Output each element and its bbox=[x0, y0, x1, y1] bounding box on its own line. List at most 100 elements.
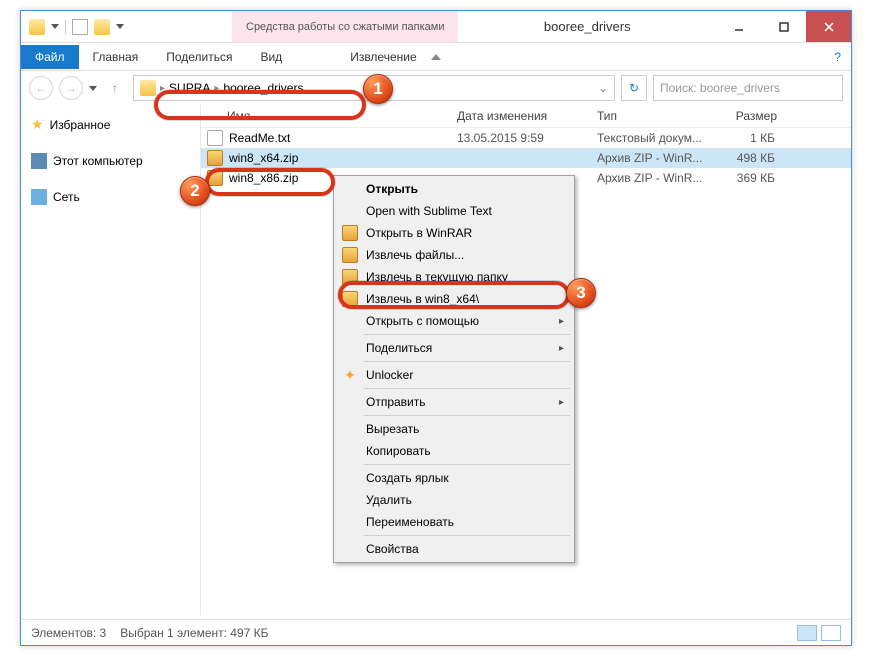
ctx-label: Извлечь в текущую папку bbox=[366, 270, 508, 284]
winrar-icon bbox=[342, 269, 358, 285]
ctx-copy[interactable]: Копировать bbox=[336, 440, 572, 462]
tab-view[interactable]: Вид bbox=[246, 45, 296, 69]
zip-file-icon bbox=[207, 170, 223, 186]
qat-dropdown-icon[interactable] bbox=[51, 24, 59, 29]
address-bar: ← → ↑ ▸ SUPRA ▸ booree_drivers ⌄ ↻ Поиск… bbox=[21, 71, 851, 105]
status-selection: Выбран 1 элемент: 497 КБ bbox=[120, 626, 268, 640]
chevron-right-icon[interactable]: ▸ bbox=[160, 83, 165, 94]
breadcrumb-seg[interactable]: SUPRA bbox=[169, 81, 210, 95]
wand-icon: ✦ bbox=[342, 367, 358, 383]
chevron-right-icon[interactable]: ▸ bbox=[214, 83, 219, 94]
ctx-extract-to[interactable]: Извлечь в win8_x64\ bbox=[336, 288, 572, 310]
ctx-share[interactable]: Поделиться bbox=[336, 337, 572, 359]
ctx-sublime[interactable]: Open with Sublime Text bbox=[336, 200, 572, 222]
navigation-pane: ★ Избранное Этот компьютер Сеть bbox=[21, 105, 201, 615]
ctx-label: Извлечь в win8_x64\ bbox=[366, 292, 479, 306]
file-type: Архив ZIP - WinR... bbox=[597, 151, 715, 165]
context-menu: Открыть Open with Sublime Text Открыть в… bbox=[333, 175, 575, 563]
ctx-label: Извлечь файлы... bbox=[366, 248, 464, 262]
ctx-extract-files[interactable]: Извлечь файлы... bbox=[336, 244, 572, 266]
addr-dropdown-icon[interactable]: ⌄ bbox=[598, 81, 608, 95]
qat-dropdown2-icon[interactable] bbox=[116, 24, 124, 29]
window-controls bbox=[716, 11, 851, 42]
col-date[interactable]: Дата изменения bbox=[457, 109, 597, 123]
properties-icon[interactable] bbox=[72, 19, 88, 35]
winrar-icon bbox=[342, 247, 358, 263]
folder-icon bbox=[29, 19, 45, 35]
breadcrumb-seg[interactable]: booree_drivers bbox=[223, 81, 303, 95]
file-name: ReadMe.txt bbox=[229, 131, 457, 145]
sidebar-network[interactable]: Сеть bbox=[21, 186, 200, 208]
column-headers: Имя Дата изменения Тип Размер bbox=[201, 105, 851, 128]
badge-3: 3 bbox=[566, 278, 596, 308]
new-folder-icon[interactable] bbox=[94, 19, 110, 35]
minimize-button[interactable] bbox=[716, 11, 761, 42]
separator bbox=[364, 535, 570, 536]
ctx-open[interactable]: Открыть bbox=[336, 178, 572, 200]
ctx-send[interactable]: Отправить bbox=[336, 391, 572, 413]
status-count: Элементов: 3 bbox=[31, 626, 106, 640]
zip-file-icon bbox=[207, 150, 223, 166]
sidebar-this-pc[interactable]: Этот компьютер bbox=[21, 150, 200, 172]
forward-button[interactable]: → bbox=[59, 76, 83, 100]
close-button[interactable] bbox=[806, 11, 851, 42]
separator bbox=[364, 361, 570, 362]
ctx-open-with[interactable]: Открыть с помощью bbox=[336, 310, 572, 332]
contextual-tab-label: Средства работы со сжатыми папками bbox=[232, 11, 458, 42]
file-size: 498 КБ bbox=[715, 151, 783, 165]
ctx-unlocker[interactable]: ✦Unlocker bbox=[336, 364, 572, 386]
up-button[interactable]: ↑ bbox=[103, 76, 127, 100]
back-button[interactable]: ← bbox=[29, 76, 53, 100]
refresh-button[interactable]: ↻ bbox=[621, 75, 647, 101]
folder-icon bbox=[140, 80, 156, 96]
ribbon: Файл Главная Поделиться Вид Извлечение ? bbox=[21, 43, 851, 71]
ribbon-expand-icon[interactable] bbox=[431, 54, 441, 60]
ctx-extract-here[interactable]: Извлечь в текущую папку bbox=[336, 266, 572, 288]
ctx-winrar[interactable]: Открыть в WinRAR bbox=[336, 222, 572, 244]
winrar-icon bbox=[342, 225, 358, 241]
separator bbox=[364, 334, 570, 335]
tab-share[interactable]: Поделиться bbox=[152, 45, 246, 69]
col-type[interactable]: Тип bbox=[597, 109, 715, 123]
network-icon bbox=[31, 189, 47, 205]
col-name[interactable]: Имя bbox=[201, 109, 457, 123]
table-row[interactable]: win8_x64.zip Архив ZIP - WinR...498 КБ bbox=[201, 148, 851, 168]
pc-icon bbox=[31, 153, 47, 169]
search-input[interactable]: Поиск: booree_drivers bbox=[653, 75, 843, 101]
qat bbox=[21, 19, 132, 35]
ctx-label: Открыть в WinRAR bbox=[366, 226, 472, 240]
sidebar-favorites[interactable]: ★ Избранное bbox=[21, 113, 200, 136]
col-size[interactable]: Размер bbox=[715, 109, 789, 123]
file-type: Архив ZIP - WinR... bbox=[597, 171, 715, 185]
file-menu[interactable]: Файл bbox=[21, 45, 79, 69]
ctx-cut[interactable]: Вырезать bbox=[336, 418, 572, 440]
window-title: booree_drivers bbox=[458, 19, 716, 34]
file-type: Текстовый докум... bbox=[597, 131, 715, 145]
history-dropdown-icon[interactable] bbox=[89, 86, 97, 91]
tab-home[interactable]: Главная bbox=[79, 45, 153, 69]
tab-extract[interactable]: Извлечение bbox=[336, 45, 430, 69]
thumbs-view-button[interactable] bbox=[821, 625, 841, 641]
badge-1: 1 bbox=[363, 74, 393, 104]
file-name: win8_x64.zip bbox=[229, 151, 457, 165]
file-size: 1 КБ bbox=[715, 131, 783, 145]
separator bbox=[364, 415, 570, 416]
sidebar-item-label: Избранное bbox=[50, 118, 111, 132]
winrar-icon bbox=[342, 291, 358, 307]
ctx-shortcut[interactable]: Создать ярлык bbox=[336, 467, 572, 489]
sidebar-item-label: Сеть bbox=[53, 190, 80, 204]
status-bar: Элементов: 3 Выбран 1 элемент: 497 КБ bbox=[21, 619, 851, 645]
separator bbox=[65, 20, 66, 34]
details-view-button[interactable] bbox=[797, 625, 817, 641]
star-icon: ★ bbox=[31, 116, 44, 133]
file-date: 13.05.2015 9:59 bbox=[457, 131, 597, 145]
maximize-button[interactable] bbox=[761, 11, 806, 42]
badge-2: 2 bbox=[180, 176, 210, 206]
sidebar-item-label: Этот компьютер bbox=[53, 154, 143, 168]
text-file-icon bbox=[207, 130, 223, 146]
ctx-delete[interactable]: Удалить bbox=[336, 489, 572, 511]
ctx-properties[interactable]: Свойства bbox=[336, 538, 572, 560]
ctx-rename[interactable]: Переименовать bbox=[336, 511, 572, 533]
table-row[interactable]: ReadMe.txt13.05.2015 9:59Текстовый докум… bbox=[201, 128, 851, 148]
help-button[interactable]: ? bbox=[824, 50, 851, 64]
